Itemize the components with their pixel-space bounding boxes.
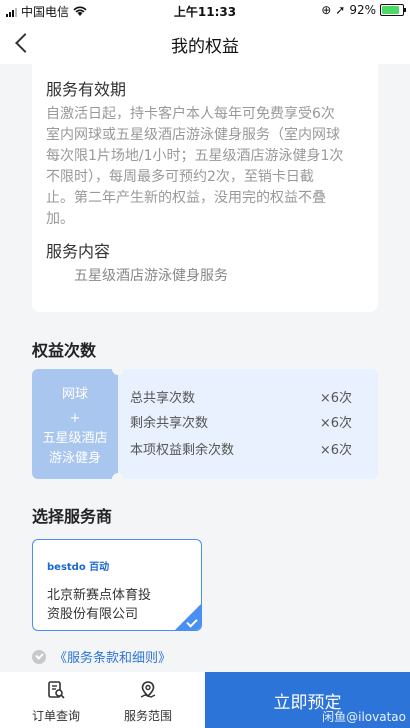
selected-corner (175, 604, 201, 630)
quota-row: 总共享次数 ×6次 (130, 387, 352, 409)
agree-check-icon[interactable] (32, 649, 46, 664)
battery-icon (380, 4, 406, 16)
tab-service-area[interactable]: 服务范围 (98, 672, 198, 728)
tab-order-query-label: 订单查询 (31, 709, 80, 723)
ticket-notch (112, 473, 124, 479)
location-icon: ➚ (335, 3, 346, 17)
order-search-icon (48, 681, 65, 699)
validity-text: 自激活日起，持卡客户本人每年可免费享受6次 室内网球或五星级酒店游泳健身服务（室… (46, 104, 374, 230)
quota-value: ×6次 (319, 443, 352, 458)
provider-name-line: 资股份有限公司 (47, 607, 139, 622)
validity-line: 室内网球或五星级酒店游泳健身服务（室内网球 (46, 127, 340, 143)
provider-name-line: 北京新赛点体育投 (47, 588, 152, 603)
content-item: 五星级酒店游泳健身服务 (74, 268, 228, 284)
rotation-lock-icon: ⊕ (321, 3, 332, 17)
validity-line: 加。 (46, 211, 74, 227)
validity-line: 不限时），每周最多可预约2次，至销卡日截 (46, 169, 314, 185)
benefit-detail-card: 服务有效期 自激活日起，持卡客户本人每年可免费享受6次 室内网球或五星级酒店游泳… (32, 64, 378, 312)
page-title: 我的权益 (171, 37, 239, 57)
status-bar: 中国电信 上午11:33 ⊕ ➚ 92% (0, 0, 410, 22)
validity-line: 止。第二年产生新的权益，没用完的权益不叠 (46, 190, 326, 206)
status-right: ⊕ ➚ 92% (321, 3, 406, 17)
quota-value: ×6次 (319, 416, 352, 431)
battery-percent: 92% (349, 3, 376, 17)
provider-section-title: 选择服务商 (32, 507, 113, 526)
terms-link[interactable]: 《服务条款和细则》 (54, 647, 171, 666)
validity-line: 每次限1片场地/1小时；五星级酒店游泳健身1次 (46, 148, 344, 164)
map-pin-icon (140, 681, 156, 698)
quota-label: 剩余共享次数 (130, 416, 209, 431)
quota-value: ×6次 (319, 391, 352, 406)
validity-title: 服务有效期 (46, 80, 127, 99)
provider-card[interactable]: bestdo 百动 北京新赛点体育投 资股份有限公司 (32, 539, 202, 631)
quota-row: 剩余共享次数 ×6次 (130, 412, 352, 434)
nav-bar: 我的权益 (0, 22, 410, 64)
provider-logo: bestdo 百动 (47, 562, 110, 573)
quota-service-tag: 网球 + 五星级酒店 游泳健身 (32, 369, 118, 479)
bottom-bar: 订单查询 服务范围 立即预定 闲鱼@ilovatao (0, 672, 410, 728)
tab-service-area-label: 服务范围 (123, 709, 172, 723)
quota-service-line: 游泳健身 (48, 451, 101, 466)
quota-label: 本项权益剩余次数 (130, 443, 235, 458)
validity-line: 自激活日起，持卡客户本人每年可免费享受6次 (46, 106, 335, 122)
quota-service-line: 网球 (61, 387, 88, 402)
quota-section-title: 权益次数 (32, 341, 97, 360)
watermark: 闲鱼@ilovatao (322, 710, 406, 724)
quota-label: 总共享次数 (130, 391, 196, 406)
quota-card: 网球 + 五星级酒店 游泳健身 总共享次数 ×6次 剩余共享次数 ×6次 本项权… (32, 369, 378, 479)
terms-row[interactable]: 《服务条款和细则》 (32, 647, 171, 666)
content-title: 服务内容 (46, 242, 111, 261)
quota-service-line: + (69, 411, 81, 426)
tab-order-query[interactable]: 订单查询 (6, 672, 106, 728)
quota-row: 本项权益剩余次数 ×6次 (130, 439, 352, 461)
provider-name: 北京新赛点体育投 资股份有限公司 (47, 586, 191, 624)
quota-service-line: 五星级酒店 (42, 431, 108, 446)
